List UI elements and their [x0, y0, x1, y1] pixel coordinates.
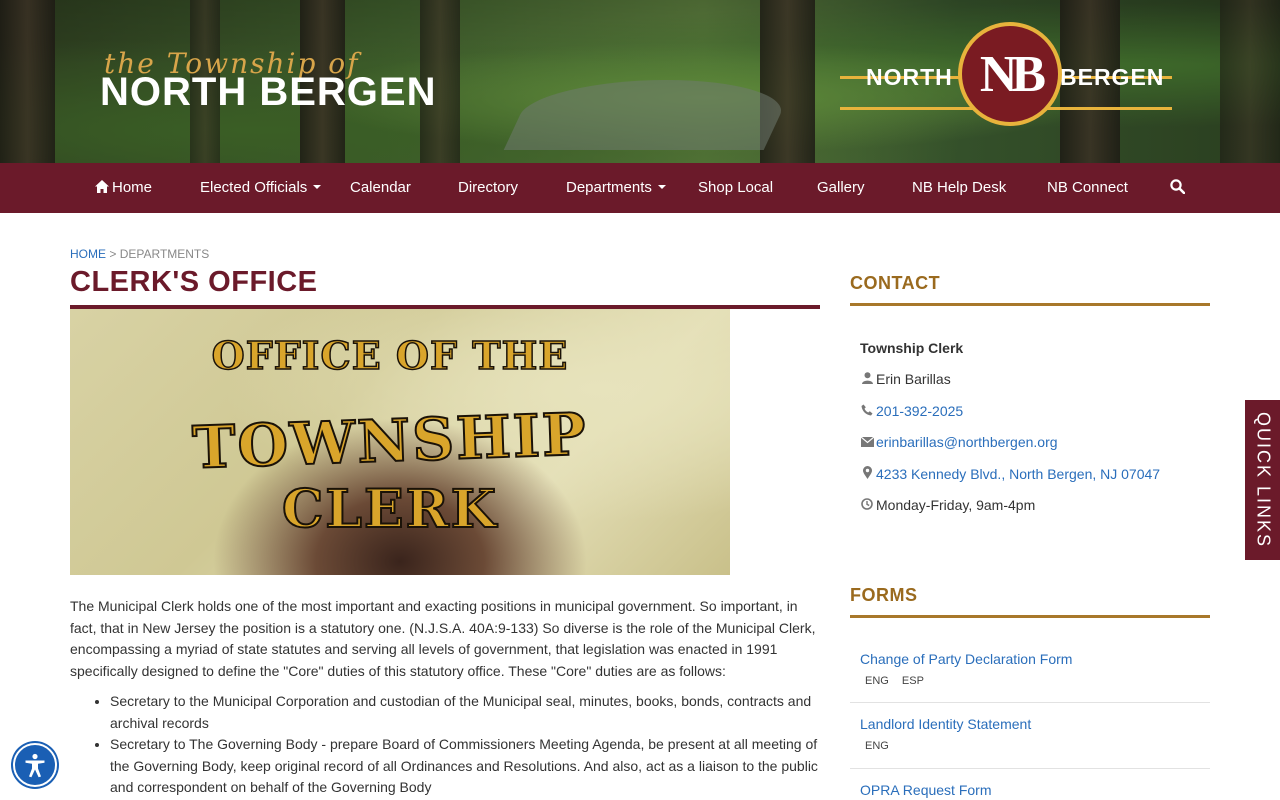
contact-phone-link[interactable]: 201-392-2025	[876, 403, 963, 419]
forms-heading: FORMS	[850, 585, 918, 605]
nav-directory-label: Directory	[458, 179, 519, 196]
accessibility-icon	[25, 753, 45, 778]
breadcrumb-current: DEPARTMENTS	[119, 247, 210, 261]
hero-text-line2: TOWNSHIP	[190, 399, 589, 483]
form-link-change-of-party[interactable]: Change of Party Declaration Form	[860, 651, 1072, 667]
badge-monogram: NB	[958, 22, 1062, 126]
search-icon	[1170, 179, 1186, 195]
form-languages: ENG	[865, 740, 1210, 752]
chevron-down-icon	[657, 185, 666, 190]
nav-help-desk[interactable]: NB Help Desk	[912, 163, 1006, 213]
envelope-icon	[860, 435, 874, 450]
site-header: the Township of NORTH BERGEN NORTH BERGE…	[0, 0, 1280, 163]
logo-main-text: NORTH BERGEN	[100, 70, 437, 114]
chevron-down-icon	[313, 185, 322, 190]
phone-icon	[860, 404, 874, 419]
form-lang-esp[interactable]: ESP	[902, 675, 924, 687]
main-content: The Municipal Clerk holds one of the mos…	[70, 596, 822, 799]
contact-phone-row: 201-392-2025	[860, 403, 963, 419]
nav-help-desk-label: NB Help Desk	[912, 179, 1007, 196]
form-item: OPRA Request Form	[850, 782, 1210, 800]
form-lang-eng[interactable]: ENG	[865, 675, 889, 687]
forms-divider	[850, 615, 1210, 618]
nav-shop-local[interactable]: Shop Local	[698, 163, 773, 213]
breadcrumb: HOME > DEPARTMENTS	[70, 247, 209, 261]
quick-links-label: QUICK LINKS	[1253, 411, 1273, 549]
quick-links-tab[interactable]: QUICK LINKS	[1245, 400, 1280, 560]
nav-departments-label: Departments	[566, 179, 652, 196]
form-separator	[850, 768, 1210, 769]
page-title: CLERK'S OFFICE	[70, 266, 318, 298]
contact-name: Erin Barillas	[876, 371, 951, 387]
nav-calendar-label: Calendar	[350, 179, 411, 196]
contact-address-row: 4233 Kennedy Blvd., North Bergen, NJ 070…	[860, 466, 1160, 482]
accessibility-button[interactable]	[13, 743, 57, 787]
contact-email-row: erinbarillas@northbergen.org	[860, 434, 1058, 450]
breadcrumb-home[interactable]: HOME	[70, 247, 106, 261]
park-path	[503, 80, 797, 150]
nav-elected-officials-label: Elected Officials	[200, 179, 308, 196]
nav-gallery-label: Gallery	[817, 179, 865, 196]
site-logo[interactable]: the Township of NORTH BERGEN	[100, 50, 437, 114]
duty-item: Secretary to The Governing Body - prepar…	[110, 734, 822, 799]
form-link-landlord-identity[interactable]: Landlord Identity Statement	[860, 716, 1031, 732]
contact-address-link[interactable]: 4233 Kennedy Blvd., North Bergen, NJ 070…	[876, 466, 1160, 482]
duties-list: Secretary to the Municipal Corporation a…	[70, 691, 822, 799]
form-lang-eng[interactable]: ENG	[865, 740, 889, 752]
form-link-opra-request[interactable]: OPRA Request Form	[860, 782, 992, 798]
contact-divider	[850, 303, 1210, 306]
hero-text-line3: CLERK	[281, 478, 498, 541]
nav-gallery[interactable]: Gallery	[817, 163, 865, 213]
user-icon	[860, 372, 874, 387]
tree-trunk	[1220, 0, 1280, 163]
tree-trunk	[0, 0, 55, 163]
form-separator	[850, 702, 1210, 703]
form-item: Change of Party Declaration Form ENG ESP	[850, 651, 1210, 687]
contact-name-row: Erin Barillas	[860, 371, 951, 387]
badge-right-text: BERGEN	[1060, 64, 1165, 90]
nav-elected-officials[interactable]: Elected Officials	[200, 163, 322, 213]
nav-calendar[interactable]: Calendar	[350, 163, 411, 213]
nav-home-label: Home	[112, 179, 153, 196]
main-nav: Home Elected Officials Calendar Director…	[0, 163, 1280, 213]
north-bergen-badge: NORTH BERGEN NB	[840, 22, 1172, 132]
contact-email-link[interactable]: erinbarillas@northbergen.org	[876, 434, 1058, 450]
contact-hours-row: Monday-Friday, 9am-4pm	[860, 497, 1035, 513]
search-button[interactable]	[1170, 163, 1186, 213]
nav-directory[interactable]: Directory	[458, 163, 518, 213]
nav-nb-connect-label: NB Connect	[1047, 179, 1128, 196]
clock-icon	[860, 498, 874, 513]
contact-hours: Monday-Friday, 9am-4pm	[876, 497, 1036, 513]
intro-paragraph: The Municipal Clerk holds one of the mos…	[70, 598, 816, 679]
contact-title: Township Clerk	[860, 340, 964, 356]
map-marker-icon	[860, 466, 874, 482]
form-item: Landlord Identity Statement ENG	[850, 716, 1210, 752]
badge-monogram-text: NB	[979, 45, 1046, 103]
contact-heading: CONTACT	[850, 273, 941, 293]
form-languages: ENG ESP	[865, 675, 1210, 687]
hero-image: OFFICE OF THE TOWNSHIP CLERK	[70, 309, 730, 575]
nav-departments[interactable]: Departments	[566, 163, 666, 213]
nav-shop-local-label: Shop Local	[698, 179, 774, 196]
hero-text-line1: OFFICE OF THE	[211, 332, 569, 379]
duty-item: Secretary to the Municipal Corporation a…	[110, 691, 822, 734]
nav-home[interactable]: Home	[95, 163, 152, 213]
home-icon	[95, 180, 109, 193]
badge-left-text: NORTH	[866, 64, 953, 90]
nav-nb-connect[interactable]: NB Connect	[1047, 163, 1128, 213]
breadcrumb-separator: >	[109, 247, 117, 261]
